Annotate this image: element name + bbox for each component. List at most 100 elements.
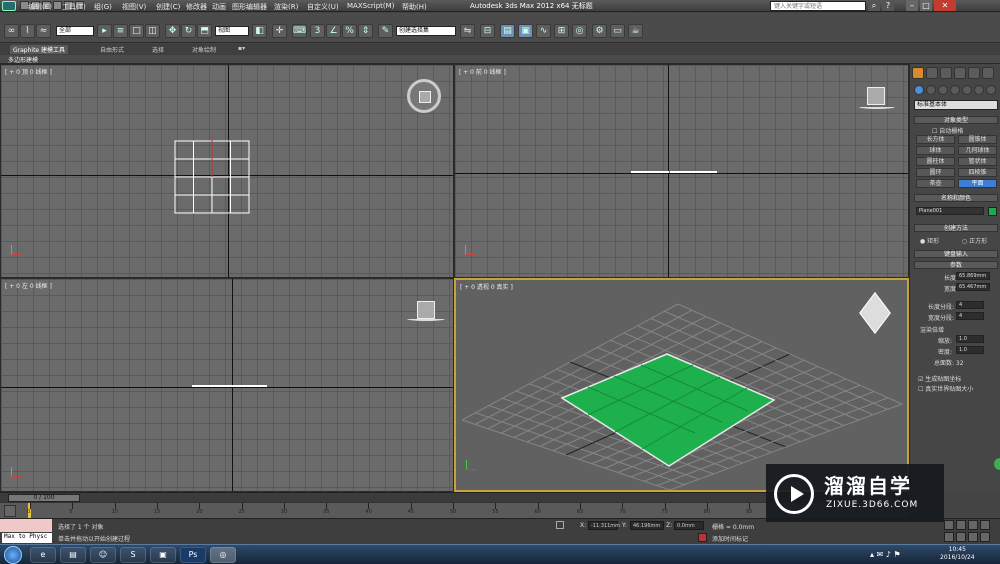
menu-create[interactable]: 创建(C) [156, 2, 180, 12]
pyramid-button[interactable]: 四棱锥 [958, 168, 997, 177]
select-manipulate-icon[interactable]: ✛ [272, 24, 287, 38]
zoom-extents-icon[interactable] [968, 520, 978, 530]
motion-panel-tab[interactable] [954, 67, 966, 79]
frame-counter[interactable]: 0 / 100 [8, 494, 80, 502]
photoshop-icon[interactable]: Ps [180, 547, 206, 563]
material-editor-icon[interactable]: ◎ [572, 24, 587, 38]
creation-square-radio[interactable]: ○ 正方形 [962, 236, 987, 245]
photo-icon[interactable]: ▣ [150, 547, 176, 563]
create-panel-tab[interactable] [912, 67, 924, 79]
density-spinner[interactable]: 1.0 [956, 346, 984, 354]
torus-button[interactable]: 圆环 [916, 168, 955, 177]
layer-manager-icon[interactable]: ▤ [500, 24, 515, 38]
hierarchy-panel-tab[interactable] [940, 67, 952, 79]
folder-icon[interactable]: ▤ [60, 547, 86, 563]
box-button[interactable]: 长方体 [916, 135, 955, 144]
help-bubble-icon[interactable] [994, 458, 1000, 470]
viewport-front-label[interactable]: [ + 0 前 0 线框 ] [459, 67, 506, 76]
ref-coord-dropdown[interactable]: 视图 [215, 26, 249, 36]
snap-3d-icon[interactable]: 3 [310, 24, 325, 38]
length-segs-spinner[interactable]: 4 [956, 301, 984, 309]
length-spinner[interactable]: 65.869mm [956, 272, 990, 280]
spinner-snap-icon[interactable]: ⇕ [358, 24, 373, 38]
menu-tools[interactable]: 工具(T) [62, 2, 86, 12]
menu-maxscript[interactable]: MAXScript(M) [347, 2, 394, 10]
scale-spinner[interactable]: 1.0 [956, 335, 984, 343]
maxscript-listener[interactable] [0, 519, 52, 532]
object-color-swatch[interactable] [988, 207, 997, 216]
undo-icon[interactable] [53, 1, 62, 10]
minimize-button[interactable]: – [906, 0, 918, 11]
viewport-top[interactable]: [ + 0 顶 0 线框 ] [0, 64, 454, 278]
menu-customize[interactable]: 自定义(U) [307, 2, 339, 12]
start-button[interactable] [4, 546, 22, 564]
qq-icon[interactable]: ☺ [90, 547, 116, 563]
sogou-icon[interactable]: S [120, 547, 146, 563]
time-tag-icon[interactable] [698, 533, 707, 542]
unlink-icon[interactable]: ⌇ [20, 24, 35, 38]
scale-icon[interactable]: ⬒ [197, 24, 212, 38]
menu-modifiers[interactable]: 修改器 [186, 2, 207, 12]
viewcube-front-icon[interactable] [867, 87, 885, 105]
link-icon[interactable]: ∞ [4, 24, 19, 38]
x-coordinate[interactable]: -11.311mm [588, 521, 620, 530]
z-coordinate[interactable]: 0.0mm [674, 521, 704, 530]
menu-views[interactable]: 视图(V) [122, 2, 146, 12]
creation-rect-radio[interactable]: ● 矩形 [920, 236, 939, 245]
autogrid-checkbox[interactable]: ☐ 自动栅格 [932, 126, 963, 135]
width-segs-spinner[interactable]: 4 [956, 312, 984, 320]
menu-edit[interactable]: 编辑(E) [28, 2, 52, 12]
tab-selection[interactable]: 选择 [152, 45, 164, 54]
menu-group[interactable]: 组(G) [94, 2, 112, 12]
viewport-top-label[interactable]: [ + 0 顶 0 线框 ] [5, 67, 52, 76]
gen-mapping-checkbox[interactable]: ☑ 生成贴图坐标 [918, 374, 961, 383]
modify-panel-tab[interactable] [926, 67, 938, 79]
plane-object-left[interactable] [191, 385, 267, 387]
pivot-center-icon[interactable]: ◧ [252, 24, 267, 38]
percent-snap-icon[interactable]: % [342, 24, 357, 38]
clock[interactable]: 10:45 2016/10/24 [940, 546, 975, 562]
edit-named-sel-icon[interactable]: ✎ [378, 24, 393, 38]
search-icon[interactable]: ⌕ [868, 0, 880, 11]
window-crossing-icon[interactable]: ◫ [145, 24, 160, 38]
menu-rendering[interactable]: 渲染(R) [274, 2, 298, 12]
tube-button[interactable]: 管状体 [958, 157, 997, 166]
mini-curve-editor-icon[interactable] [4, 505, 16, 517]
sphere-button[interactable]: 球体 [916, 146, 955, 155]
search-input[interactable]: 键入关键字或短语 [770, 1, 866, 11]
viewport-front[interactable]: [ + 0 前 0 线框 ] [454, 64, 909, 278]
width-spinner[interactable]: 65.467mm [956, 283, 990, 291]
ie-icon[interactable]: e [30, 547, 56, 563]
cameras-icon[interactable] [950, 85, 960, 95]
plane-object-front[interactable] [631, 171, 717, 173]
keyboard-shortcut-icon[interactable]: ⌨ [292, 24, 307, 38]
maximize-button[interactable]: □ [920, 0, 932, 11]
angle-snap-icon[interactable]: ∠ [326, 24, 341, 38]
render-setup-icon[interactable]: ⚙ [592, 24, 607, 38]
object-type-header[interactable]: 对象类型 [914, 116, 998, 124]
mirror-icon[interactable]: ⇋ [460, 24, 475, 38]
category-dropdown[interactable]: 标准基本体 [914, 100, 998, 110]
zoom-all-icon[interactable] [956, 520, 966, 530]
shapes-icon[interactable] [926, 85, 936, 95]
plane-object-top[interactable] [171, 137, 253, 217]
keyboard-entry-header[interactable]: 键盘输入 [914, 250, 998, 258]
align-icon[interactable]: ⊟ [480, 24, 495, 38]
viewcube-top-icon[interactable] [407, 79, 441, 113]
bind-space-warp-icon[interactable]: ≈ [36, 24, 51, 38]
selection-filter-dropdown[interactable]: 全部 [56, 26, 94, 36]
zoom-extents-all-icon[interactable] [980, 520, 990, 530]
menu-animation[interactable]: 动画 [212, 2, 226, 12]
helpers-icon[interactable] [962, 85, 972, 95]
plane-button[interactable]: 平面 [958, 179, 997, 188]
select-object-icon[interactable]: ▸ [97, 24, 112, 38]
display-panel-tab[interactable] [968, 67, 980, 79]
tab-freeform[interactable]: 自由形式 [100, 45, 124, 54]
name-color-header[interactable]: 名称和颜色 [914, 194, 998, 202]
tab-object-paint[interactable]: 对象绘制 [192, 45, 216, 54]
real-world-checkbox[interactable]: ☐ 真实世界贴图大小 [918, 384, 973, 393]
menu-help[interactable]: 帮助(H) [402, 2, 427, 12]
curve-editor-icon[interactable]: ∿ [536, 24, 551, 38]
close-button[interactable]: ✕ [934, 0, 956, 11]
pan-icon[interactable] [956, 532, 966, 542]
